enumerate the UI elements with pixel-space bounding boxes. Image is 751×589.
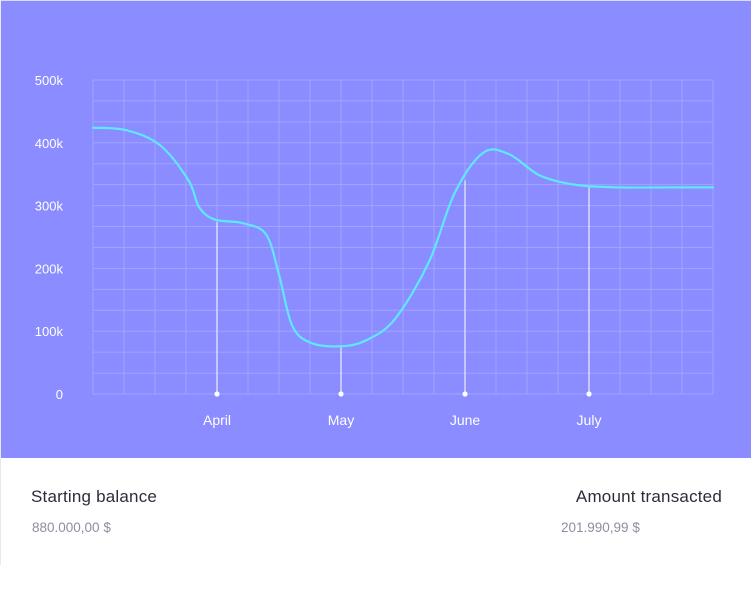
chart-grid [92,79,714,395]
y-tick-label: 100k [35,324,64,339]
y-tick-label: 400k [35,136,64,151]
balance-line-chart: 500k 400k 300k 200k 100k 0 April May June July [35,73,715,428]
amount-transacted-label: Amount transacted [575,487,722,506]
x-axis-ticks: April May June July [203,412,601,428]
starting-balance-label: Starting balance [31,487,158,506]
marker-dot-may [338,391,344,397]
y-tick-label: 0 [56,387,63,402]
y-axis-ticks: 500k 400k 300k 200k 100k 0 [35,73,64,402]
starting-balance-value: 880.000,00 $ [32,520,111,535]
x-tick-label: April [203,412,231,428]
marker-dot-july [586,391,592,397]
x-tick-label: May [328,412,354,428]
x-tick-label: June [450,412,481,428]
marker-dot-april [214,391,220,397]
x-tick-label: July [577,412,602,428]
chart-panel: 500k 400k 300k 200k 100k 0 April May June July [1,0,751,458]
y-tick-label: 200k [35,261,64,276]
amount-transacted-value: 201.990,99 $ [561,520,640,535]
y-tick-label: 300k [35,199,64,214]
balance-card: 500k 400k 300k 200k 100k 0 April May June July S… [0,0,751,565]
y-tick-label: 500k [35,73,64,88]
marker-dot-june [462,391,468,397]
